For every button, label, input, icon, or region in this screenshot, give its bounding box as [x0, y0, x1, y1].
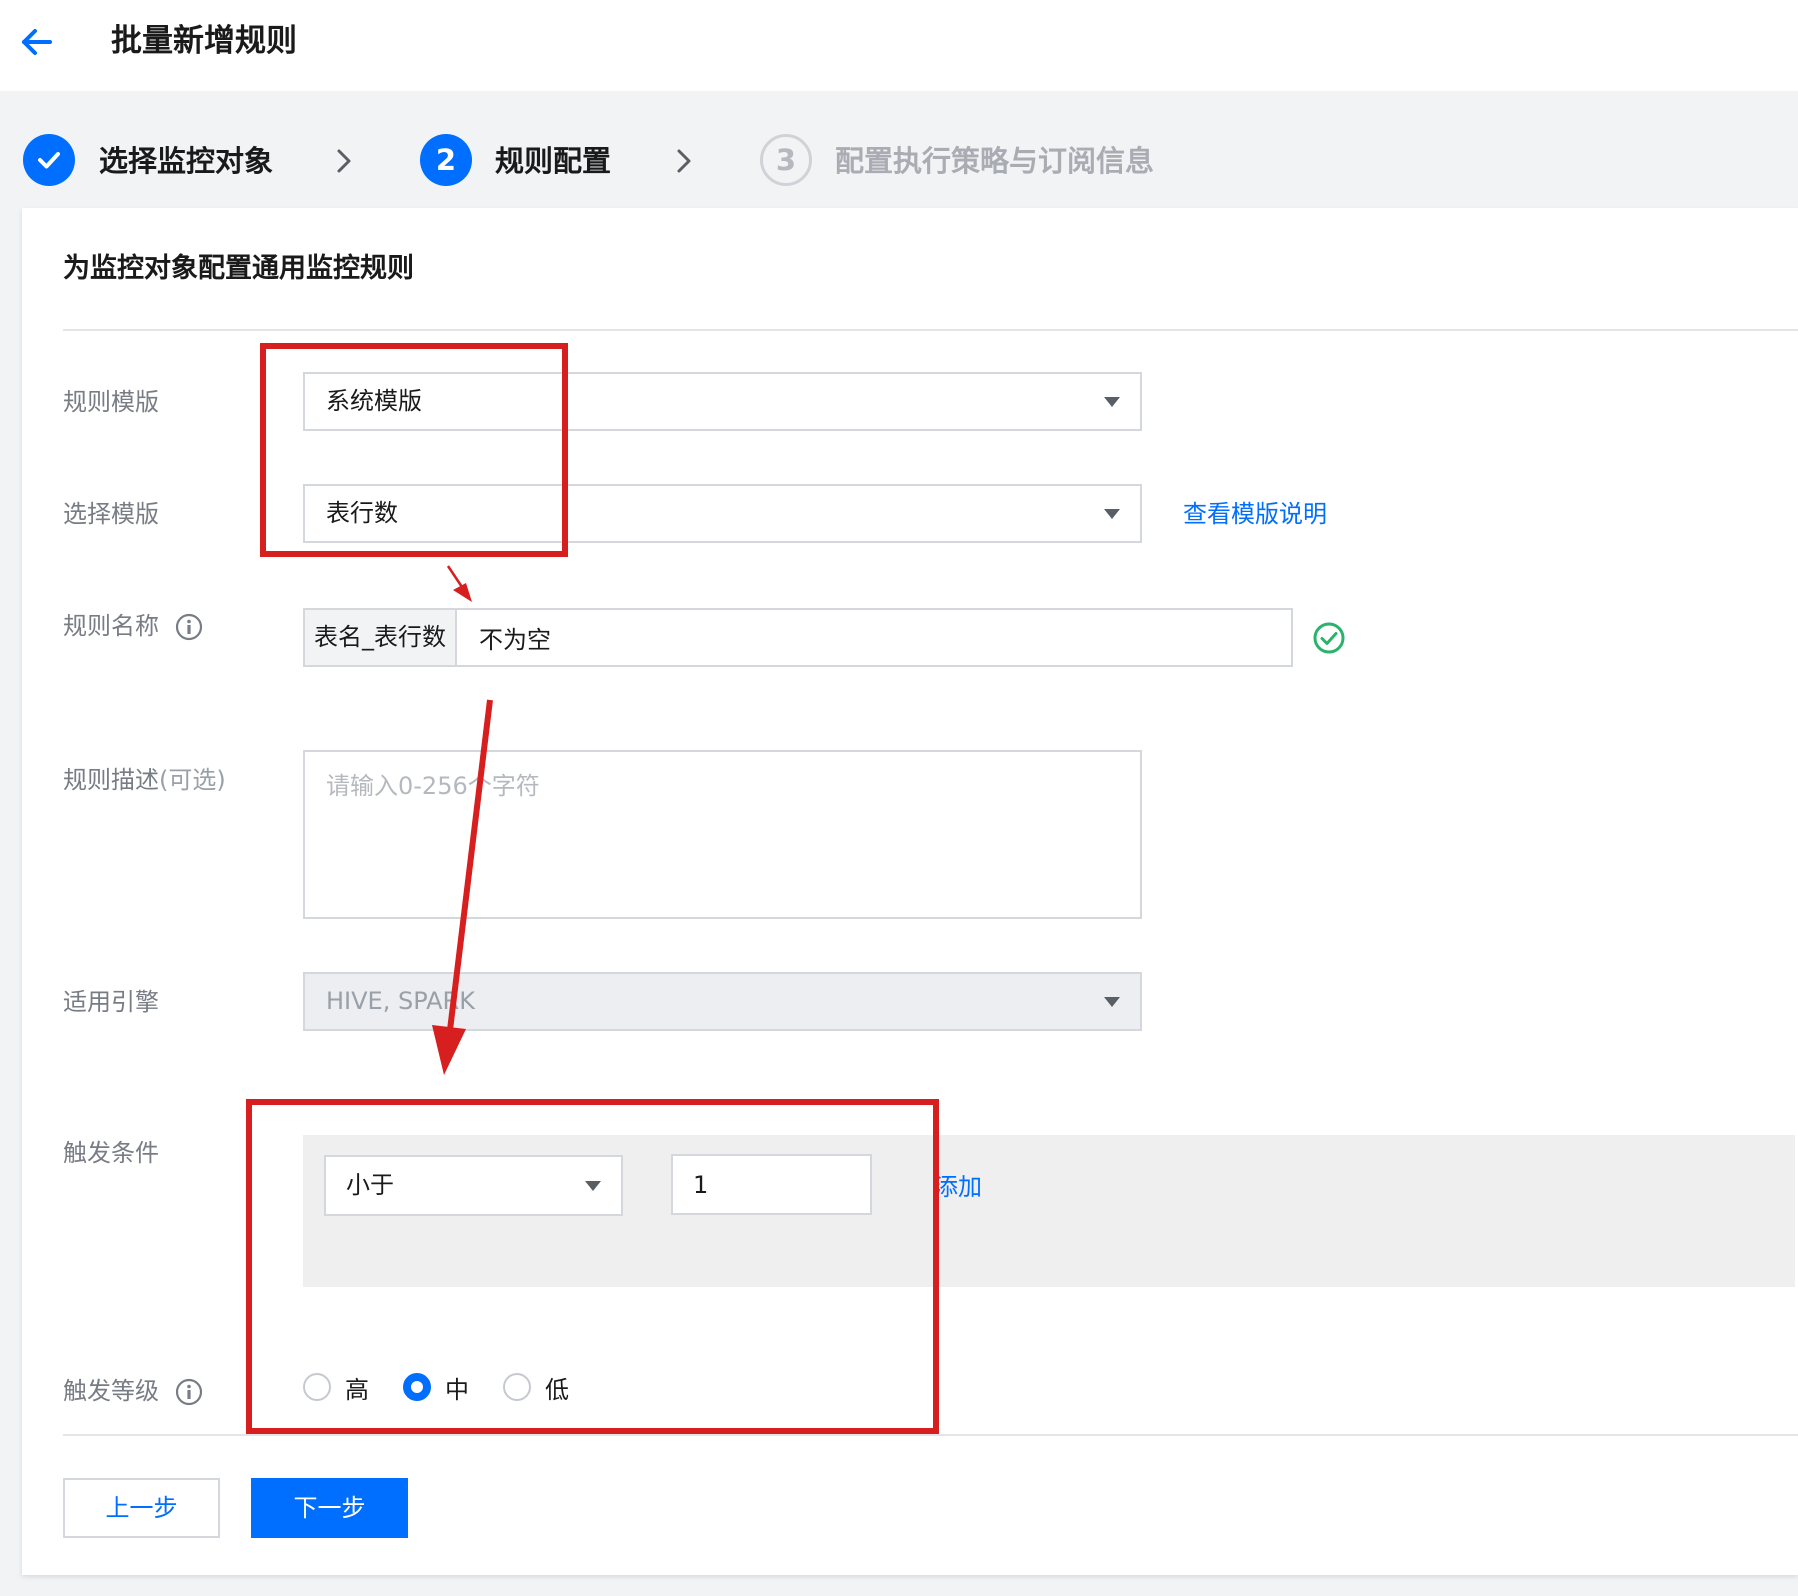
- engine-select: HIVE, SPARK: [303, 972, 1142, 1031]
- step-2-label: 规则配置: [495, 144, 612, 178]
- add-condition-link[interactable]: 添加: [934, 1170, 982, 1204]
- level-low-label: 低: [545, 1375, 569, 1404]
- footer-divider: [63, 1434, 1798, 1436]
- trigger-level-label: 触发等级: [63, 1377, 159, 1405]
- trigger-condition-label: 触发条件: [63, 1139, 159, 1167]
- dropdown-caret-icon: [585, 1181, 601, 1191]
- chevron-right-icon: [677, 149, 691, 173]
- condition-operator-select[interactable]: 小于: [324, 1155, 623, 1216]
- section-title: 为监控对象配置通用监控规则: [63, 253, 414, 284]
- chevron-right-icon: [337, 149, 351, 173]
- level-high-label: 高: [345, 1375, 369, 1404]
- optional-hint: (可选): [159, 766, 226, 794]
- back-arrow-icon[interactable]: [18, 22, 58, 62]
- view-template-doc-link[interactable]: 查看模版说明: [1183, 497, 1327, 531]
- dropdown-caret-icon: [1104, 997, 1120, 1007]
- dropdown-caret-icon: [1104, 509, 1120, 519]
- info-icon[interactable]: [175, 613, 203, 641]
- engine-value: HIVE, SPARK: [326, 987, 475, 1015]
- radio-checked-icon: [403, 1373, 431, 1401]
- condition-threshold-input[interactable]: [671, 1154, 872, 1215]
- check-icon: [38, 152, 60, 169]
- step-1-done-icon: [23, 134, 75, 186]
- step-2-number: 2: [420, 134, 472, 186]
- step-3-label: 配置执行策略与订阅信息: [835, 144, 1155, 178]
- engine-label: 适用引擎: [63, 988, 159, 1016]
- rule-name-label-row: 规则名称: [63, 609, 203, 643]
- rule-name-prefix: 表名_表行数: [305, 610, 457, 665]
- rule-name-label: 规则名称: [63, 612, 159, 640]
- condition-operator-value: 小于: [346, 1171, 394, 1199]
- rule-desc-textarea[interactable]: [303, 750, 1142, 919]
- level-low-radio[interactable]: 低: [503, 1370, 569, 1404]
- select-template-select[interactable]: 表行数: [303, 484, 1142, 543]
- radio-unchecked-icon: [303, 1373, 331, 1401]
- info-icon[interactable]: [175, 1378, 203, 1406]
- select-template-value: 表行数: [326, 499, 398, 527]
- prev-step-button[interactable]: 上一步: [63, 1478, 220, 1538]
- level-medium-radio[interactable]: 中: [403, 1370, 469, 1404]
- rule-desc-label-row: 规则描述(可选): [63, 763, 226, 797]
- step-3-number: 3: [760, 134, 812, 186]
- step-1-label: 选择监控对象: [99, 144, 274, 178]
- rule-name-input-group: 表名_表行数: [303, 608, 1293, 667]
- valid-check-icon: [1313, 622, 1345, 654]
- rule-template-value: 系统模版: [326, 387, 422, 415]
- rule-name-input[interactable]: [457, 610, 1289, 665]
- dropdown-caret-icon: [1104, 397, 1120, 407]
- rule-template-label: 规则模版: [63, 388, 159, 416]
- level-medium-label: 中: [445, 1375, 469, 1404]
- section-divider: [63, 329, 1798, 331]
- select-template-label: 选择模版: [63, 500, 159, 528]
- level-high-radio[interactable]: 高: [303, 1370, 369, 1404]
- rule-template-select[interactable]: 系统模版: [303, 372, 1142, 431]
- next-step-button[interactable]: 下一步: [251, 1478, 408, 1538]
- trigger-level-label-row: 触发等级: [63, 1374, 203, 1408]
- rule-desc-label: 规则描述: [63, 766, 159, 794]
- radio-unchecked-icon: [503, 1373, 531, 1401]
- page-title: 批量新增规则: [111, 23, 297, 59]
